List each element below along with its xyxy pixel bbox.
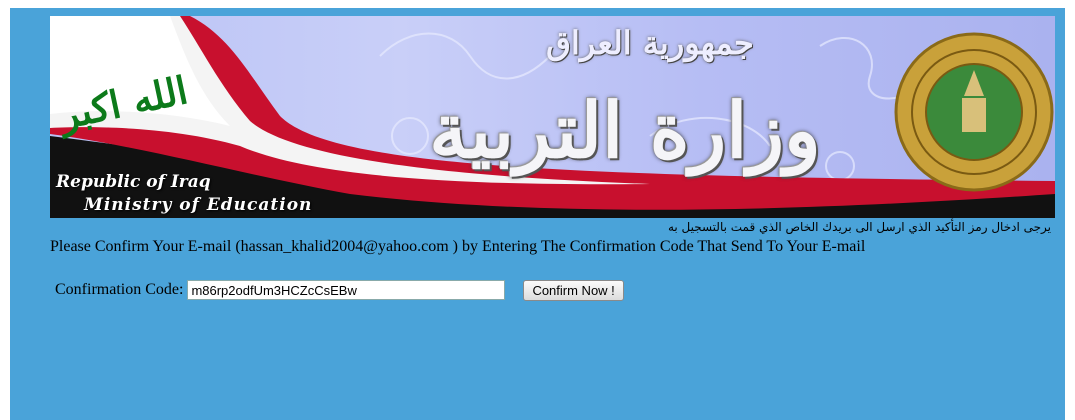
confirmation-code-label: Confirmation Code: [55, 281, 184, 298]
confirm-now-button[interactable]: Confirm Now ! [523, 279, 624, 301]
confirmation-code-input[interactable] [187, 280, 506, 300]
page-container: الله اكبر جمهورية العراق وزارة التربية R… [10, 8, 1065, 420]
ministry-calligraphy: وزارة التربية [429, 86, 821, 175]
ministry-banner: الله اكبر جمهورية العراق وزارة التربية R… [50, 16, 1055, 218]
republic-calligraphy: جمهورية العراق [546, 24, 754, 62]
ministry-seal [894, 32, 1054, 192]
confirmation-form: Confirmation Code: Confirm Now ! [55, 278, 624, 302]
arabic-instruction: يرجى ادخال رمز التأكيد الذي ارسل الى بري… [667, 220, 1051, 234]
banner-ministry-text: Ministry of Education [84, 195, 313, 215]
english-instruction: Please Confirm Your E-mail (hassan_khali… [50, 238, 866, 255]
banner-republic-text: Republic of Iraq [56, 172, 211, 192]
